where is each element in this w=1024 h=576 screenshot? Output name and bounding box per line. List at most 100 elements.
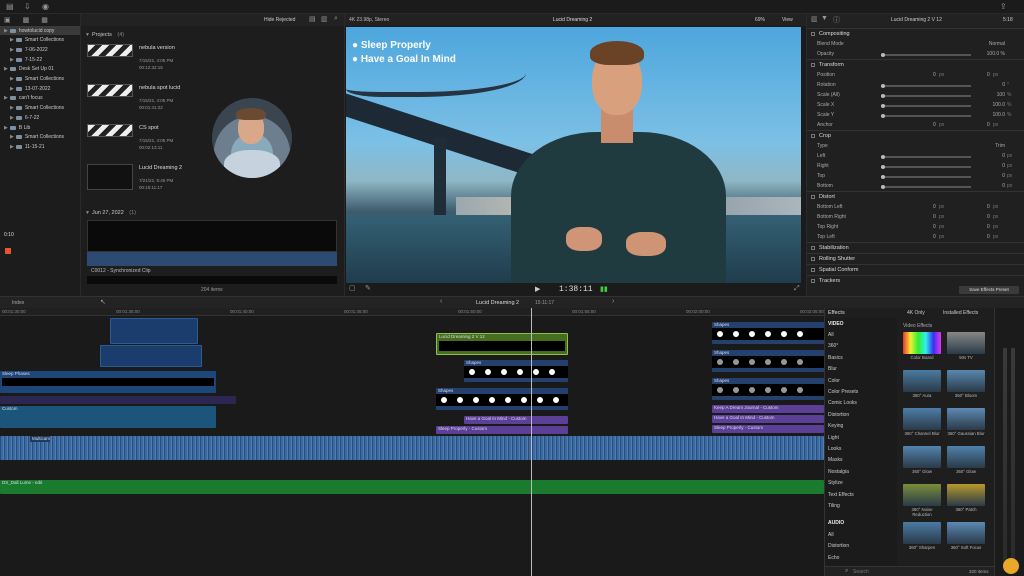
library-item[interactable]: ▶ Smart Collections	[0, 75, 80, 84]
back-icon[interactable]: ‹	[440, 298, 442, 305]
crop-section[interactable]: Crop	[807, 130, 1024, 141]
slider-knob[interactable]	[881, 175, 885, 179]
param-value[interactable]: 100	[977, 92, 1005, 98]
crop-row[interactable]: Bottom 0 px	[807, 181, 1024, 191]
import-icon[interactable]: ⇩	[24, 2, 31, 11]
slider-knob[interactable]	[881, 53, 885, 57]
effect-category[interactable]: Light	[825, 432, 897, 443]
effect-category[interactable]: Masks	[825, 455, 897, 466]
section-checkbox[interactable]	[811, 268, 815, 272]
forward-icon[interactable]: ›	[612, 298, 614, 305]
opacity-row[interactable]: Opacity 100.0 %	[807, 49, 1024, 59]
y-value[interactable]: 0	[987, 214, 990, 220]
titles-icon[interactable]: ▦	[41, 16, 48, 26]
transform-tool-icon[interactable]: ▢	[349, 284, 356, 292]
timeline[interactable]: 00:01:30:00 00:01:35:00 00:01:40:00 00:01:4…	[0, 308, 824, 576]
distort-row[interactable]: Top Left 0 px 0 px	[807, 232, 1024, 242]
slider-knob[interactable]	[881, 94, 885, 98]
library-item[interactable]: ▶ Smart Collections	[0, 133, 80, 142]
library-item[interactable]: ▶ 11-15-21	[0, 142, 80, 151]
param-value[interactable]: Trim	[977, 143, 1005, 149]
playhead[interactable]	[531, 308, 532, 576]
param-value[interactable]: 0	[977, 153, 1005, 159]
effect-thumbnail[interactable]: 360° Glow	[947, 446, 985, 474]
effect-category[interactable]: Tiling	[825, 500, 897, 511]
transform-row[interactable]: Rotation 0 °	[807, 80, 1024, 90]
param-value[interactable]: 0	[977, 183, 1005, 189]
stabilization-section[interactable]: Stabilization	[807, 242, 1024, 253]
section-checkbox[interactable]	[811, 279, 815, 283]
transform-row[interactable]: Scale (All) 100%	[807, 90, 1024, 100]
x-value[interactable]: 0	[933, 224, 936, 230]
libraries-icon[interactable]: ▣	[4, 16, 11, 26]
x-value[interactable]: 0	[933, 214, 936, 220]
goal-custom-clip[interactable]: Have a Goal In Mind - Custom	[712, 415, 824, 423]
slider-knob[interactable]	[881, 165, 885, 169]
effect-thumbnail[interactable]: 360° Aura	[903, 370, 941, 398]
param-slider[interactable]	[881, 114, 971, 118]
section-checkbox[interactable]	[811, 257, 815, 261]
library-item[interactable]: ▶ 7-15-22	[0, 55, 80, 64]
shapes-clip[interactable]: Shapes	[712, 378, 824, 400]
effect-thumbnail[interactable]: 360° Sharpen	[903, 522, 941, 550]
video-frame[interactable]: ● Sleep Properly ● Have a Goal In Mind	[346, 27, 801, 283]
param-value[interactable]: 0	[977, 82, 1005, 88]
transform-row[interactable]: Anchor 0 px 0 px	[807, 120, 1024, 130]
param-slider[interactable]	[881, 53, 971, 57]
effect-category[interactable]: Color	[825, 375, 897, 386]
y-value[interactable]: 0	[987, 234, 990, 240]
library-item[interactable]: ▶ howtolucid copy	[0, 26, 80, 35]
effects-search-input[interactable]: Search	[853, 569, 869, 575]
param-slider[interactable]	[881, 84, 971, 88]
param-slider[interactable]	[881, 104, 971, 108]
library-icon[interactable]: ▤	[6, 2, 14, 11]
effects-4k-filter[interactable]: 4K Only	[907, 310, 925, 316]
fullscreen-icon[interactable]: ⤢	[794, 285, 800, 293]
transform-row[interactable]: Scale X 100.0%	[807, 100, 1024, 110]
play-button[interactable]: ▶	[535, 285, 540, 293]
crop-row[interactable]: Left 0 px	[807, 151, 1024, 161]
video-inspector-icon[interactable]: ▥	[811, 15, 818, 23]
slider-knob[interactable]	[881, 104, 885, 108]
param-value[interactable]: 100.0	[977, 102, 1005, 108]
x-value[interactable]: 0	[933, 204, 936, 210]
audio-category[interactable]: All	[825, 529, 897, 540]
shapes-clip[interactable]: Shapes	[436, 388, 568, 410]
effect-thumbnail[interactable]: 360° Glow	[903, 446, 941, 474]
library-item[interactable]: ▶ Desk Set Up 01	[0, 65, 80, 74]
param-slider[interactable]	[881, 185, 971, 189]
library-item[interactable]: ▶ B Lib	[0, 123, 80, 132]
effect-category[interactable]: Nostalgia	[825, 466, 897, 477]
x-value[interactable]: 0	[933, 122, 936, 128]
transform-row[interactable]: Scale Y 100.0%	[807, 110, 1024, 120]
keywords-icon[interactable]: ◉	[42, 2, 49, 11]
param-value[interactable]: 100.0 %	[977, 51, 1005, 57]
section-checkbox[interactable]	[811, 63, 815, 67]
effect-category[interactable]: Distortion	[825, 409, 897, 420]
effect-category[interactable]: 360°	[825, 341, 897, 352]
hide-rejected-filter[interactable]: Hide Rejected	[264, 17, 295, 23]
project-item[interactable]: CS spot 7/15/22, 4:05 PM 00:02:13:11	[87, 124, 207, 160]
effect-thumbnail[interactable]: 360° Gaussian Blur	[947, 408, 985, 436]
param-value[interactable]: Normal	[977, 41, 1005, 47]
effect-category[interactable]: Color Presets	[825, 386, 897, 397]
slider-knob[interactable]	[881, 185, 885, 189]
filmstrip-view-icon[interactable]: ▤	[309, 15, 316, 23]
enhance-icon[interactable]: ✎	[365, 284, 371, 292]
effect-category[interactable]: Looks	[825, 443, 897, 454]
synced-clip-filmstrip[interactable]	[87, 220, 337, 252]
sleep-phases-clip[interactable]: Sleep Phases	[0, 371, 216, 393]
custom-clip[interactable]: Custom	[0, 406, 216, 428]
y-value[interactable]: 0	[987, 224, 990, 230]
tool-select-icon[interactable]: ↖	[100, 298, 106, 306]
goal-custom-clip[interactable]: Have a Goal In Mind - Custom	[464, 416, 568, 424]
viewer-view-menu[interactable]: View	[782, 17, 793, 23]
rolling-shutter-section[interactable]: Rolling Shutter	[807, 253, 1024, 264]
photos-icon[interactable]: ▩	[23, 16, 30, 26]
slider-knob[interactable]	[881, 155, 885, 159]
browser-settings-icon[interactable]: ▥	[321, 15, 328, 23]
audio-category[interactable]: Distortion	[825, 540, 897, 551]
effect-thumbnail[interactable]: 360° Channel Blur	[903, 408, 941, 436]
title-clip[interactable]	[110, 318, 198, 344]
effect-thumbnail[interactable]: 360° Noise Reduction	[903, 484, 941, 517]
